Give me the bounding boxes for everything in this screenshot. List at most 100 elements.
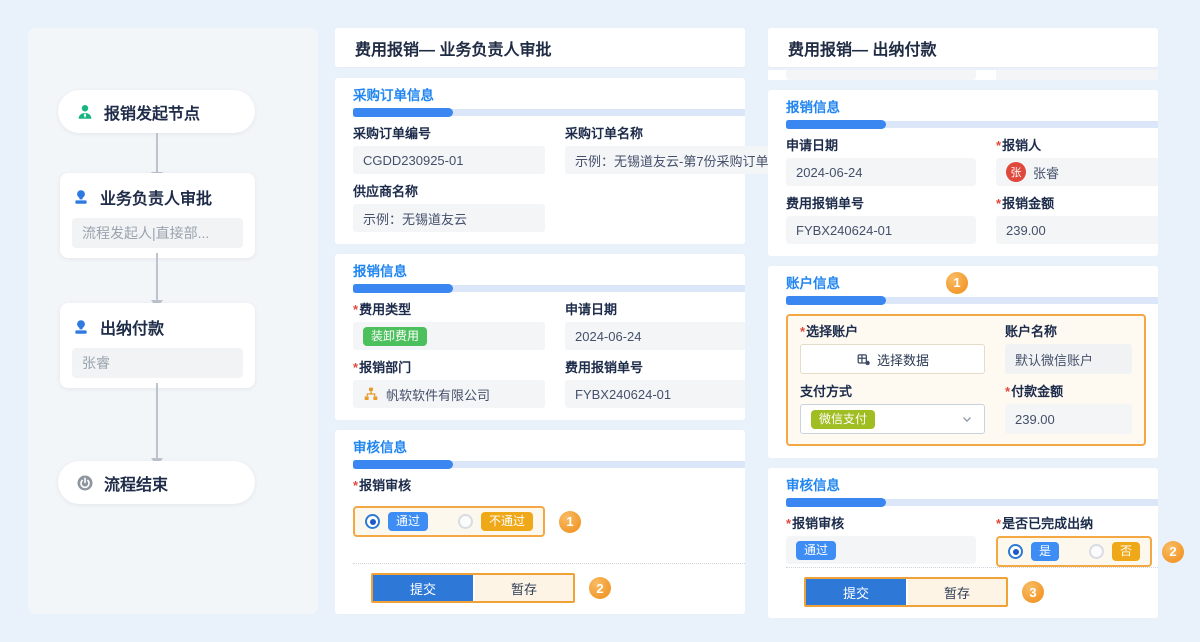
section-divider [353,109,745,116]
radio-reject[interactable] [458,514,473,529]
expense-dept-label: 报销部门 [359,360,411,375]
radio-yes[interactable] [1008,544,1023,559]
approver-stamp-icon [72,188,90,206]
pay-date-input[interactable]: 2024-06-24 [786,158,976,186]
required-mark: * [786,516,791,531]
section-divider [786,297,1158,304]
required-mark: * [353,302,358,317]
workflow-node-manager-approval[interactable]: 业务负责人审批 流程发起人|直接部... [60,173,255,258]
select-data-button[interactable]: 选择数据 [800,344,985,374]
pay-expense-no-label: 费用报销单号 [786,196,976,211]
workflow-node-label: 报销发起节点 [104,100,200,124]
account-section-title: 账户信息 1 [786,276,1158,292]
pay-amount-input[interactable]: 239.00 [1005,404,1132,434]
save-draft-button[interactable]: 暂存 [473,575,573,601]
footer-button-group: 提交 暂存 [371,573,575,603]
required-mark: * [353,360,358,375]
audit-label: 报销审核 [359,478,411,493]
account-name-input[interactable]: 默认微信账户 [1005,344,1132,374]
section-divider [786,121,1158,128]
pay-method-select[interactable]: 微信支付 [800,404,985,434]
account-highlight-box: *选择账户 选择数据 账户名称 默认微信账户 [786,314,1146,446]
supplier-label: 供应商名称 [353,184,545,199]
expense-amount-label: 报销金额 [1002,196,1054,211]
annotation-badge-2: 2 [589,577,611,599]
person-name: 张睿 [1033,163,1059,182]
apply-date-input[interactable]: 2024-06-24 [565,322,745,350]
radio-no[interactable] [1089,544,1104,559]
payment-form-header: 费用报销— 出纳付款 [768,28,1158,68]
po-number-input[interactable]: CGDD230925-01 [353,146,545,174]
apply-date-label: 申请日期 [565,302,745,317]
workflow-node-end[interactable]: 流程结束 [58,461,255,504]
select-account-label: 选择账户 [806,324,858,339]
flow-arrow [156,383,158,459]
account-name-label: 账户名称 [1005,324,1132,339]
pay-amount-label: 付款金额 [1011,384,1063,399]
payment-form-panel: 费用报销— 出纳付款 报销信息 申请日期 2024-06-24 *报销人 张 张… [768,28,1158,614]
expense-type-input[interactable]: 装卸费用 [353,322,545,350]
required-mark: * [996,516,1001,531]
workflow-node-assignee: 流程发起人|直接部... [72,218,243,248]
review-section-title: 审核信息 [353,440,745,456]
workflow-node-label: 出纳付款 [100,315,164,339]
expense-no-label: 费用报销单号 [565,360,745,375]
pay-method-tag: 微信支付 [811,410,875,429]
required-mark: * [800,324,805,339]
required-mark: * [996,138,1001,153]
pay-audit-label: 报销审核 [792,516,844,531]
workflow-node-label: 流程结束 [104,471,168,495]
expense-dept-value: 帆软软件有限公司 [386,385,490,404]
workflow-node-assignee: 张睿 [72,348,243,378]
workflow-panel: 报销发起节点 业务负责人审批 流程发起人|直接部... 出纳付款 张睿 [28,28,318,614]
expense-amount-input[interactable]: 239.00 [996,216,1158,244]
approval-footer: 提交 暂存 2 [353,563,745,614]
expense-dept-input[interactable]: 帆软软件有限公司 [353,380,545,408]
cashier-done-label: 是否已完成出纳 [1002,516,1093,531]
approver-stamp-icon [72,318,90,336]
approval-form-header: 费用报销— 业务负责人审批 [335,28,745,68]
approval-form-panel: 费用报销— 业务负责人审批 采购订单信息 采购订单编号 CGDD230925-0… [335,28,745,614]
approval-form-title: 费用报销— 业务负责人审批 [355,36,551,60]
section-divider [353,461,745,468]
department-tree-icon [363,386,379,402]
section-divider [786,499,1158,506]
person-input[interactable]: 张 张睿 [996,158,1158,186]
pass-tag: 通过 [388,512,428,531]
workflow-node-cashier-payment[interactable]: 出纳付款 张睿 [60,303,255,388]
select-data-icon [856,352,871,367]
annotation-badge-3: 3 [1022,581,1044,603]
supplier-input[interactable]: 示例：无锡道友云 [353,204,545,232]
submit-button[interactable]: 提交 [806,579,906,605]
annotation-badge-2: 2 [1162,541,1184,563]
pay-method-label: 支付方式 [800,384,985,399]
select-data-label: 选择数据 [877,350,929,369]
payment-footer: 提交 暂存 3 [786,567,1158,618]
section-divider [353,285,745,292]
power-end-icon [76,474,94,492]
payment-expense-section: 报销信息 申请日期 2024-06-24 *报销人 张 张睿 费用报销单号 FY… [768,90,1158,256]
save-draft-button[interactable]: 暂存 [906,579,1006,605]
expense-type-tag: 装卸费用 [363,327,427,346]
required-mark: * [996,196,1001,211]
workflow-node-start[interactable]: 报销发起节点 [58,90,255,133]
annotation-badge-1: 1 [946,272,968,294]
no-tag: 否 [1112,542,1140,561]
pay-audit-input[interactable]: 通过 [786,536,976,564]
purchase-section-title: 采购订单信息 [353,88,745,104]
payment-review-title: 审核信息 [786,478,1158,494]
initiator-user-icon [76,103,94,121]
pay-expense-no-input[interactable]: FYBX240624-01 [786,216,976,244]
review-section: 审核信息 *报销审核 通过 不通过 1 提交 暂存 2 [335,430,745,614]
submit-button[interactable]: 提交 [373,575,473,601]
workflow-node-label: 业务负责人审批 [100,185,212,209]
required-mark: * [1005,384,1010,399]
payment-review-section: 审核信息 *报销审核 通过 *是否已完成出纳 是 否 [768,468,1158,618]
po-number-label: 采购订单编号 [353,126,545,141]
po-name-input[interactable]: 示例：无锡道友云-第7份采购订单 [565,146,779,174]
po-name-label: 采购订单名称 [565,126,779,141]
pay-audit-tag: 通过 [796,541,836,560]
expense-no-input[interactable]: FYBX240624-01 [565,380,745,408]
radio-pass[interactable] [365,514,380,529]
flow-arrow [156,253,158,301]
